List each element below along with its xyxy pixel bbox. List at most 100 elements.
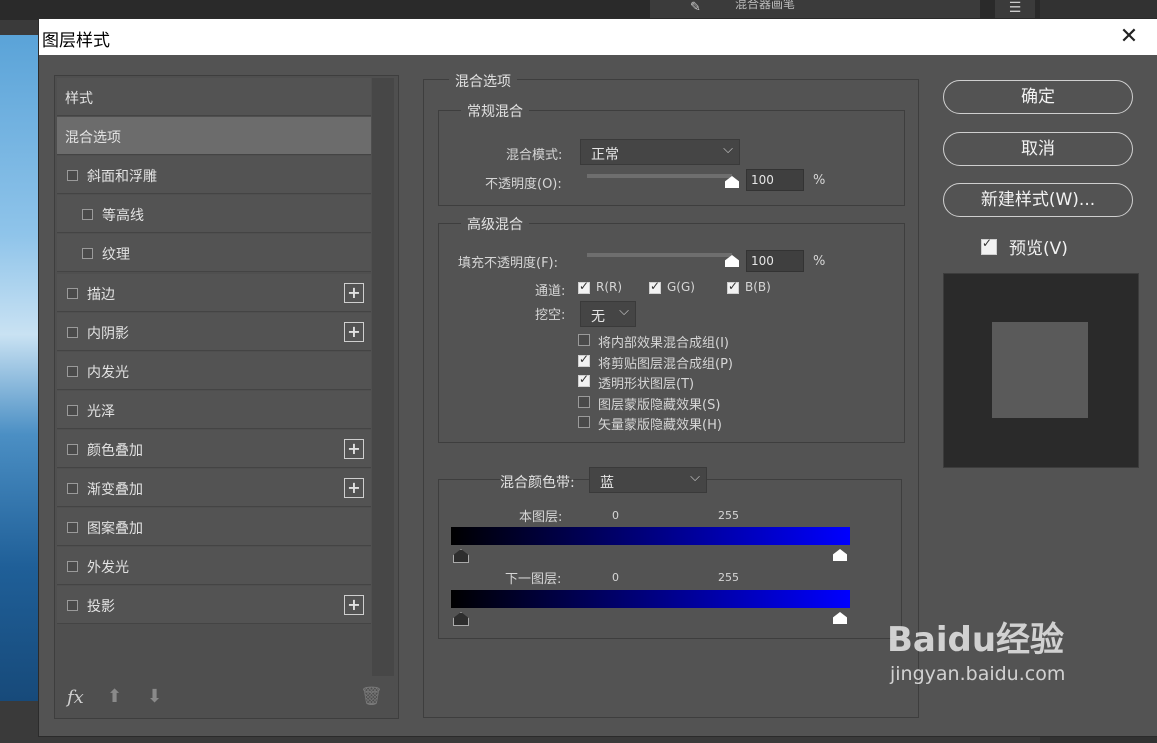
opacity-input[interactable]: 100 bbox=[746, 169, 804, 191]
general-blending-group: 常规混合 混合模式: 正常 ⌵ 不透明度(O): 100 % bbox=[438, 101, 905, 206]
knockout-label: 挖空: bbox=[535, 308, 566, 323]
style-item-label: 样式 bbox=[65, 91, 93, 107]
this-layer-label: 本图层: bbox=[519, 510, 563, 525]
style-item-checkbox[interactable] bbox=[67, 561, 78, 573]
channel-label: R(R) bbox=[596, 280, 623, 294]
advanced-blending-group: 高级混合 填充不透明度(F): 100 % 通道: R(R) G(G) B(B) 挖… bbox=[438, 214, 905, 443]
new-style-button[interactable]: 新建样式(W)... bbox=[943, 183, 1133, 217]
chevron-down-icon: ⌵ bbox=[619, 304, 629, 319]
style-item-checkbox[interactable] bbox=[67, 600, 78, 612]
advanced-option-label: 将内部效果混合成组(I) bbox=[598, 336, 729, 351]
channels-label: 通道: bbox=[535, 284, 566, 299]
style-item[interactable]: 内发光 bbox=[57, 351, 371, 390]
opacity-slider-thumb[interactable] bbox=[725, 176, 739, 188]
style-item-label: 外发光 bbox=[87, 560, 129, 577]
advanced-option-checkbox[interactable] bbox=[578, 372, 590, 387]
style-item[interactable]: 光泽 bbox=[57, 390, 371, 429]
blend-mode-select[interactable]: 正常 ⌵ bbox=[580, 139, 740, 165]
blend-if-group: 混合颜色带: 蓝 ⌵ 本图层: 0 255 下一图层: 0 255 bbox=[438, 467, 902, 639]
style-item-checkbox[interactable] bbox=[67, 404, 78, 416]
add-effect-icon[interactable]: + bbox=[344, 438, 364, 459]
trash-icon[interactable]: 🗑 bbox=[360, 686, 383, 707]
fill-opacity-unit: % bbox=[813, 254, 826, 269]
general-blending-title: 常规混合 bbox=[461, 101, 529, 121]
advanced-option-checkbox[interactable] bbox=[578, 395, 590, 408]
brush-label: 混合器画笔 bbox=[735, 0, 796, 11]
style-item-checkbox[interactable] bbox=[67, 326, 78, 338]
channel-label: B(B) bbox=[745, 280, 771, 294]
advanced-option-checkbox[interactable] bbox=[578, 352, 590, 367]
style-item[interactable]: 内阴影 + bbox=[57, 312, 371, 351]
style-list-scrollbar[interactable] bbox=[372, 78, 394, 676]
blend-mode-label: 混合模式: bbox=[506, 148, 563, 163]
style-item-label: 混合选项 bbox=[65, 130, 121, 147]
this-layer-min: 0 bbox=[612, 509, 619, 522]
style-list: 样式混合选项斜面和浮雕 等高线 纹理 描边 + 内阴影 + 内发光 光泽颜色叠加 + 渐变叠加 + 图案… bbox=[54, 75, 399, 719]
dialog-titlebar[interactable]: 图层样式 ✕ bbox=[39, 19, 1157, 55]
add-effect-icon[interactable]: + bbox=[344, 282, 364, 303]
advanced-option-checkbox[interactable] bbox=[578, 416, 590, 428]
close-icon[interactable]: ✕ bbox=[1115, 23, 1143, 51]
style-item[interactable]: 渐变叠加 + bbox=[57, 469, 371, 507]
brush-settings-icon[interactable]: ☰ bbox=[995, 0, 1035, 20]
channel-label: G(G) bbox=[667, 280, 695, 294]
style-item-checkbox[interactable] bbox=[67, 522, 78, 534]
style-item[interactable]: 纹理 bbox=[57, 234, 371, 273]
style-item[interactable]: 投影 + bbox=[57, 586, 371, 625]
under-layer-white-thumb[interactable] bbox=[833, 612, 847, 624]
style-item-checkbox[interactable] bbox=[67, 365, 78, 377]
under-layer-ramp[interactable] bbox=[451, 590, 850, 608]
this-layer-white-thumb[interactable] bbox=[833, 549, 847, 561]
style-item[interactable]: 等高线 bbox=[57, 195, 371, 234]
preview-label: 预览(V) bbox=[1009, 239, 1068, 259]
blend-if-select[interactable]: 蓝 ⌵ bbox=[589, 467, 707, 493]
under-layer-black-thumb[interactable] bbox=[453, 612, 469, 626]
blend-if-value: 蓝 bbox=[600, 475, 614, 491]
fill-opacity-input[interactable]: 100 bbox=[746, 250, 804, 272]
arrow-down-icon[interactable]: ⬇ bbox=[147, 686, 162, 707]
opacity-label: 不透明度(O): bbox=[485, 177, 562, 192]
style-item-label: 颜色叠加 bbox=[87, 442, 143, 459]
this-layer-ramp[interactable] bbox=[451, 527, 850, 545]
style-item-checkbox[interactable] bbox=[82, 248, 93, 260]
fill-opacity-slider-thumb[interactable] bbox=[725, 255, 739, 267]
add-effect-icon[interactable]: + bbox=[344, 321, 364, 342]
style-item-checkbox[interactable] bbox=[82, 209, 93, 221]
style-item[interactable]: 外发光 bbox=[57, 547, 371, 586]
cancel-button[interactable]: 取消 bbox=[943, 132, 1133, 166]
ok-button[interactable]: 确定 bbox=[943, 80, 1133, 114]
style-item-checkbox[interactable] bbox=[67, 287, 78, 299]
knockout-select[interactable]: 无 ⌵ bbox=[580, 301, 636, 327]
channel-checkbox[interactable] bbox=[649, 279, 661, 294]
brush-icon: ✎ bbox=[690, 0, 701, 15]
under-layer-min: 0 bbox=[612, 571, 619, 584]
style-item[interactable]: 颜色叠加 + bbox=[57, 429, 371, 468]
add-effect-icon[interactable]: + bbox=[344, 595, 364, 616]
watermark-url: jingyan.baidu.com bbox=[890, 663, 1066, 685]
opacity-slider[interactable] bbox=[587, 174, 739, 188]
channel-checkbox[interactable] bbox=[578, 279, 590, 294]
style-item-label: 渐变叠加 bbox=[87, 482, 143, 498]
style-item[interactable]: 混合选项 bbox=[57, 117, 371, 156]
style-item-checkbox[interactable] bbox=[67, 170, 78, 182]
opacity-unit: % bbox=[813, 173, 826, 188]
style-item-checkbox[interactable] bbox=[67, 483, 78, 494]
this-layer-black-thumb[interactable] bbox=[453, 549, 469, 563]
channel-checkbox[interactable] bbox=[727, 279, 739, 294]
style-item-label: 内阴影 bbox=[87, 325, 129, 342]
fill-opacity-slider[interactable] bbox=[587, 253, 739, 267]
advanced-option-checkbox[interactable] bbox=[578, 334, 590, 346]
preview-swatch bbox=[992, 322, 1088, 418]
fx-icon[interactable]: fx bbox=[67, 687, 84, 708]
style-item-checkbox[interactable] bbox=[67, 443, 78, 455]
preview-checkbox[interactable] bbox=[981, 236, 997, 255]
dialog-title: 图层样式 bbox=[42, 31, 110, 51]
style-item[interactable]: 样式 bbox=[57, 78, 371, 116]
arrow-up-icon[interactable]: ⬆ bbox=[107, 686, 122, 707]
style-item[interactable]: 图案叠加 bbox=[57, 508, 371, 547]
chevron-down-icon: ⌵ bbox=[723, 142, 733, 157]
style-item[interactable]: 斜面和浮雕 bbox=[57, 156, 371, 195]
style-item[interactable]: 描边 + bbox=[57, 273, 371, 312]
add-effect-icon[interactable]: + bbox=[344, 478, 364, 498]
advanced-blending-title: 高级混合 bbox=[461, 214, 529, 234]
